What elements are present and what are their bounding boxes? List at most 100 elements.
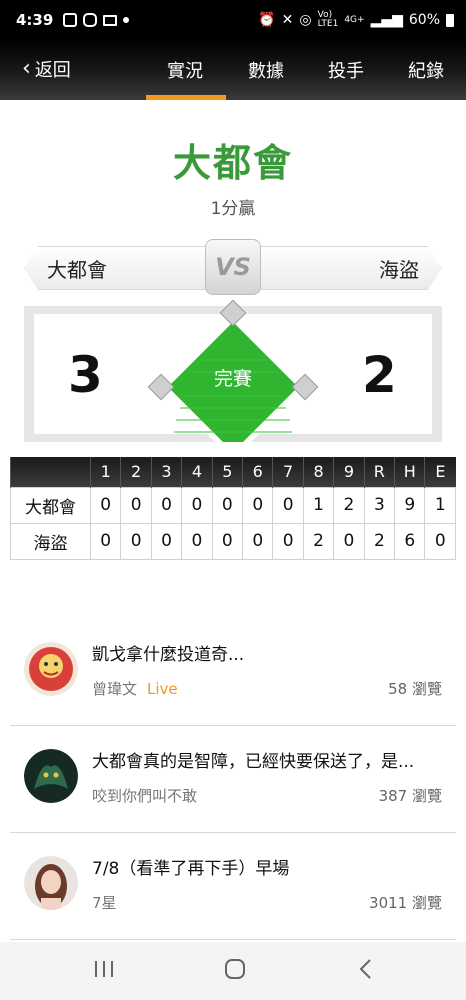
header-inning-3: 3 (150, 457, 182, 487)
linescore-cell: 2 (302, 522, 335, 560)
linescore-row-away: 大都會 0 0 0 0 0 0 0 1 2 3 9 1 (10, 486, 456, 524)
post-title: 大都會真的是智障，已經快要保送了，是... (92, 752, 415, 772)
linescore-team: 海盜 (10, 522, 91, 560)
back-arrow-icon (359, 959, 371, 979)
avatar (24, 642, 78, 696)
post-author: 曾瑋文 Live (92, 680, 178, 698)
live-badge: Live (147, 680, 178, 698)
top-nav: ‹ 返回 實況 數據 投手 紀錄 (0, 40, 466, 100)
header-inning-7: 7 (272, 457, 304, 487)
volte-indicator: Vo) LTE1 (317, 10, 339, 29)
linescore-cell: 0 (120, 486, 152, 524)
linescore-cell: 0 (181, 486, 213, 524)
more-notifications-dot-icon (123, 17, 130, 23)
network-type: 4G+ (344, 14, 365, 25)
post-title: 凱戈拿什麼投道奇... (92, 645, 245, 665)
header-inning-8: 8 (302, 457, 334, 487)
post-item[interactable]: 凱戈拿什麼投道奇... 曾瑋文 Live 58 瀏覽 (10, 620, 456, 726)
linescore-cell: 2 (363, 522, 396, 560)
post-item[interactable]: 大都會真的是智障，已經快要保送了，是... 咬到你們叫不敢 387 瀏覽 (10, 727, 456, 833)
header-inning-4: 4 (181, 457, 213, 487)
person-avatar-icon (24, 856, 78, 910)
linescore-cell: 0 (150, 486, 183, 524)
post-author: 7星 (92, 894, 117, 912)
tab-records[interactable]: 紀錄 (408, 57, 444, 83)
home-team-banner[interactable]: 海盜 (252, 246, 442, 290)
back-button[interactable]: ‹ 返回 (22, 56, 71, 82)
tab-stats[interactable]: 數據 (248, 57, 284, 83)
status-time: 4:39 (16, 11, 54, 29)
dragon-avatar-icon (24, 642, 78, 696)
green-dragon-avatar-icon (24, 749, 78, 803)
post-author: 咬到你們叫不敢 (92, 787, 198, 805)
linescore-cell: 0 (333, 522, 365, 560)
header-inning-6: 6 (242, 457, 273, 487)
battery-icon (446, 13, 454, 27)
status-bar: 4:39 ⏰ ✕ ◎ Vo) LTE1 4G+ ▂▄▆ 60% (0, 0, 466, 40)
away-team-banner[interactable]: 大都會 (24, 246, 214, 290)
alarm-icon: ⏰ (258, 12, 276, 28)
linescore-cell: 0 (89, 522, 122, 560)
linescore-team: 大都會 (10, 486, 91, 524)
header-runs: R (363, 457, 395, 487)
mail-notification-icon (103, 14, 118, 26)
recent-apps-icon (95, 961, 113, 977)
tab-live[interactable]: 實況 (167, 57, 203, 83)
header-inning-5: 5 (211, 457, 243, 487)
signal-icon: ▂▄▆ (370, 12, 403, 28)
linescore-cell: 0 (272, 522, 304, 560)
linescore-cell: 9 (394, 486, 426, 524)
linescore-cell: 6 (394, 522, 426, 560)
home-button[interactable] (222, 956, 248, 986)
post-title: 7/8（看準了再下手）早場 (92, 859, 290, 879)
linescore-table: 1 2 3 4 5 6 7 8 9 R H E 大都會 0 0 0 0 0 0 … (10, 457, 456, 560)
linescore-cell: 0 (150, 522, 183, 560)
chevron-left-icon: ‹ (22, 56, 31, 81)
linescore-row-home: 海盜 0 0 0 0 0 0 0 2 0 2 6 0 (10, 522, 456, 560)
away-score: 3 (68, 346, 103, 404)
home-score: 2 (362, 346, 397, 404)
post-views: 3011 瀏覽 (369, 894, 442, 912)
linescore-cell: 0 (120, 522, 152, 560)
recent-apps-button[interactable] (92, 956, 116, 986)
system-back-button[interactable] (356, 956, 376, 986)
header-inning-2: 2 (120, 457, 152, 487)
linescore-cell: 0 (211, 522, 244, 560)
linescore-cell: 0 (89, 486, 122, 524)
header-inning-1: 1 (89, 457, 121, 487)
gallery-notification-icon (63, 13, 78, 27)
post-item[interactable]: 7/8（看準了再下手）早場 7星 3011 瀏覽 (10, 834, 456, 940)
hotspot-icon: ◎ (299, 12, 312, 28)
away-team-name: 大都會 (47, 257, 107, 282)
header-hits: H (394, 457, 425, 487)
linescore-cell: 0 (211, 486, 244, 524)
home-icon (225, 959, 245, 979)
linescore-cell: 0 (272, 486, 304, 524)
back-label: 返回 (34, 60, 71, 81)
active-tab-indicator (146, 95, 226, 100)
header-inning-9: 9 (333, 457, 365, 487)
linescore-header-row: 1 2 3 4 5 6 7 8 9 R H E (10, 457, 456, 487)
vs-badge: VS (205, 239, 261, 295)
linescore-cell: 1 (424, 486, 456, 524)
winner-team: 大都會 (172, 141, 293, 185)
linescore-cell: 0 (181, 522, 213, 560)
win-margin: 1分贏 (210, 199, 256, 219)
linescore-cell: 2 (333, 486, 365, 524)
battery-level: 60% (408, 12, 440, 28)
home-team-name: 海盜 (379, 257, 419, 282)
linescore-cell: 0 (242, 486, 274, 524)
linescore-cell: 3 (363, 486, 396, 524)
avatar (24, 749, 78, 803)
header-corner (10, 457, 91, 487)
linescore-cell: 1 (302, 486, 335, 524)
post-views: 58 瀏覽 (388, 680, 442, 698)
avatar (24, 856, 78, 910)
game-status: 完賽 (213, 368, 252, 390)
linescore-cell: 0 (424, 522, 456, 560)
tab-pitchers[interactable]: 投手 (328, 57, 364, 83)
post-views: 387 瀏覽 (378, 787, 442, 805)
instagram-notification-icon (83, 13, 98, 27)
system-navigation-bar (0, 942, 466, 1000)
header-errors: E (424, 457, 456, 487)
